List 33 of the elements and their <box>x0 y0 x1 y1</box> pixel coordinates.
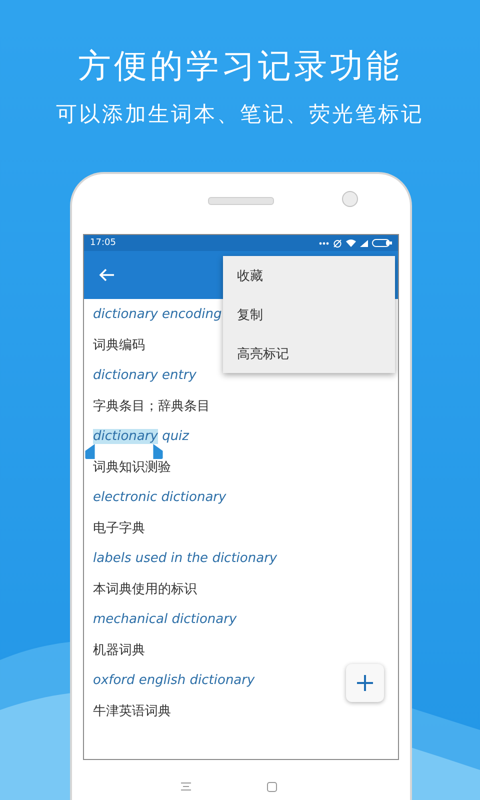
menu-icon[interactable] <box>181 782 191 791</box>
term-text[interactable]: dictionary entry <box>93 368 196 383</box>
signal-icon <box>360 240 368 246</box>
term-text[interactable]: dictionary encoding <box>93 306 222 322</box>
term-text[interactable]: oxford english dictionary <box>93 672 255 688</box>
add-button[interactable] <box>346 664 384 702</box>
subheadline: 可以添加生词本、笔记、荧光笔标记 <box>56 101 424 128</box>
menu-item[interactable]: 收藏 <box>223 256 395 295</box>
menu-item[interactable]: 复制 <box>223 295 395 334</box>
status-time: 17:05 <box>90 238 117 248</box>
plus-icon <box>356 674 374 692</box>
wifi-icon <box>346 239 356 247</box>
translation-text: 机器词典 <box>93 642 145 659</box>
translation-text: 词典编码 <box>93 336 145 354</box>
translation-text: 本词典使用的标识 <box>93 580 197 598</box>
selection-handle-icon[interactable] <box>84 444 96 459</box>
headline: 方便的学习记录功能 <box>78 45 402 87</box>
term-text[interactable]: electronic dictionary <box>93 490 226 505</box>
home-square-icon[interactable] <box>267 782 277 792</box>
translation-text: 词典知识测验 <box>93 458 171 476</box>
battery-icon <box>372 239 392 247</box>
term-text[interactable]: mechanical dictionary <box>93 612 237 627</box>
alarm-off-icon <box>333 238 342 248</box>
selection-handle-icon[interactable] <box>152 444 164 459</box>
term-text[interactable]: labels used in the dictionary <box>93 550 278 566</box>
back-arrow-icon[interactable] <box>98 266 116 284</box>
translation-text: 字典条目；辞典条目 <box>93 398 210 415</box>
menu-item[interactable]: 高亮标记 <box>223 334 395 373</box>
speaker-icon <box>208 197 274 205</box>
translation-text: 牛津英语词典 <box>93 702 171 720</box>
translation-text: 电子字典 <box>93 520 145 537</box>
camera-icon <box>342 191 358 207</box>
more-dots-icon <box>319 242 329 244</box>
